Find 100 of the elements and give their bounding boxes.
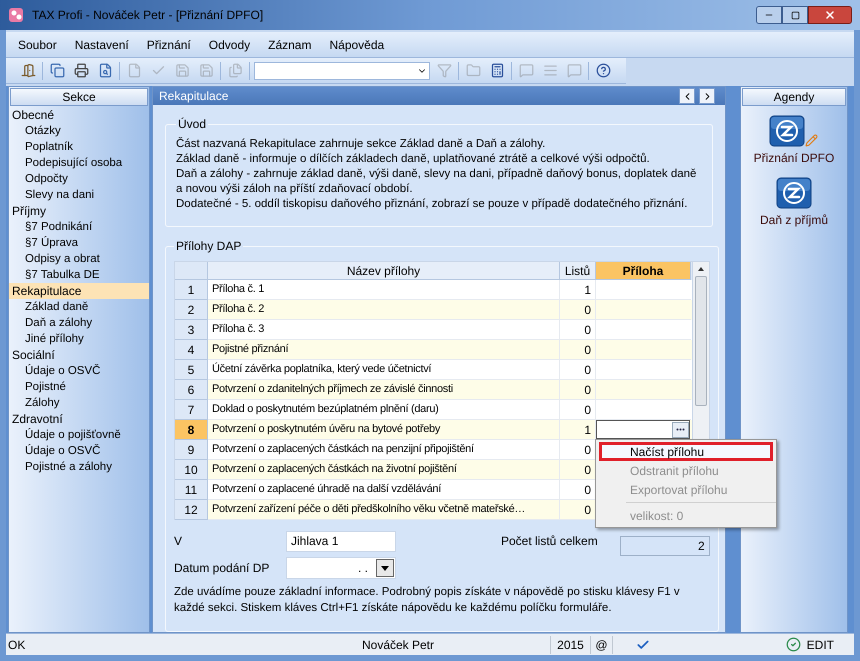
app-icon [8,7,24,23]
check-circle-icon [786,637,801,652]
help-text: Zde uvádíme pouze základní informace. Podrobný popis získáte v nápovědě po stisku klávesy F1 v každé sekci. Stiskem kláves Ctrl+F1 získáte nápovědu ke každému políčku formuláře. [174,585,681,616]
maximize-button[interactable] [782,6,808,24]
group-title: Přílohy DAP [175,238,242,255]
agenda-button[interactable]: Přiznání DPFO [754,115,834,167]
row-number[interactable]: 2 [175,300,208,320]
date-value: . . [358,560,369,577]
row-number[interactable]: 3 [175,320,208,340]
close-icon [824,9,836,21]
intro-text: Základ daně - informuje o dílčích základech daně, uplatňované ztrátě a celkové výši odpočtů. [176,152,651,167]
row-number[interactable]: 7 [175,400,208,420]
date-field[interactable]: . . [286,557,396,579]
browse-button[interactable] [672,422,689,438]
menu-item[interactable]: Nápověda [329,34,384,54]
status-mode: EDIT [806,636,835,654]
sidebar-item[interactable]: Obecné [9,107,149,123]
exit-icon [20,63,36,78]
sidebar-item[interactable]: Odpisy a obrat [9,251,149,267]
sidebar-item[interactable]: Údaje o OSVČ [9,363,149,379]
sidebar-item[interactable]: Zdravotní [9,411,149,427]
next-button[interactable] [699,88,715,104]
table-cell: Potvrzení zařízení péče o děti předškolního věku včetně mateřské… [208,500,560,520]
ellipsis-icon [676,428,685,431]
calculator-icon [490,63,504,78]
row-number[interactable]: 6 [175,380,208,400]
attachment-field[interactable] [596,420,690,439]
row-number[interactable]: 12 [175,500,208,520]
save-icon [198,63,214,78]
sidebar-item[interactable]: Sociální [9,347,149,363]
agendas-header: Agendy [742,88,846,106]
menu-item[interactable]: Přiznání [146,34,191,54]
row-number[interactable]: 5 [175,360,208,380]
menu-item[interactable]: Nastavení [74,34,129,54]
status-year: 2015 [551,636,591,654]
sidebar-item[interactable]: Otázky [9,123,149,139]
list-icon [542,63,558,78]
sidebar-item[interactable]: Daň a zálohy [9,315,149,331]
sidebar-item[interactable]: Údaje o pojišťovně [9,427,149,443]
filter-icon [436,63,452,78]
row-number[interactable]: 4 [175,340,208,360]
sidebar-item[interactable]: Rekapitulace [9,283,149,299]
sidebar-item[interactable]: §7 Tabulka DE [9,267,149,283]
sidebar-item[interactable]: Odpočty [9,171,149,187]
field-label: V [174,533,184,550]
document-icon [126,63,142,78]
printer-icon [74,63,88,78]
sidebar-item[interactable]: Příjmy [9,203,149,219]
status-message: OK [7,636,26,654]
sidebar-item[interactable]: §7 Úprava [9,235,149,251]
folder-icon [466,63,480,78]
sidebar-item[interactable]: §7 Podnikání [9,219,149,235]
intro-text: Část nazvaná Rekapitulace zahrnuje sekce Základ daně a Daň a zálohy. [176,137,546,152]
previous-button[interactable] [679,88,695,104]
column-header[interactable]: Listů [560,262,596,280]
files-icon [228,63,242,78]
save-icon [174,63,190,78]
sidebar-item[interactable]: Pojistné [9,379,149,395]
place-field[interactable]: Jihlava 1 [286,530,396,552]
panel-title: Rekapitulace [158,88,230,105]
field-label: Datum podání DP [174,560,270,577]
agenda-button[interactable]: Daň z příjmů [760,177,828,229]
sidebar-item[interactable]: Jiné přílohy [9,331,149,347]
maximize-icon [790,10,800,20]
dropdown-button[interactable] [376,559,394,577]
check-icon [636,638,650,652]
sidebar-item[interactable]: Podepisující osoba [9,155,149,171]
close-button[interactable] [808,6,852,24]
row-number[interactable]: 1 [175,280,208,300]
comment-icon [566,63,582,78]
agenda-icon [769,115,806,147]
minimize-button[interactable] [756,6,782,24]
group-title: Úvod [177,116,208,133]
intro-text: Dodatečné - 5. oddíl tiskopisu daňového přiznání, zobrazí se pouze v případě dodatečného přiznání. [176,197,688,212]
column-header[interactable]: Název přílohy [208,262,560,280]
window-title: TAX Profi - Nováček Petr - [Přiznání DPFO] [32,7,264,24]
column-header[interactable]: Příloha [596,262,691,280]
menu-item[interactable]: Záznam [268,34,312,54]
sidebar-item[interactable]: Zálohy [9,395,149,411]
row-number[interactable]: 10 [175,460,208,480]
sidebar-item[interactable]: Základ daně [9,299,149,315]
sidebar-item[interactable]: Pojistné a zálohy [9,459,149,475]
sidebar-item[interactable]: Údaje o OSVČ [9,443,149,459]
status-at: @ [591,636,613,654]
row-number[interactable]: 9 [175,440,208,460]
scroll-thumb[interactable] [695,276,707,406]
preview-icon [98,63,112,78]
total-field: 2 [620,536,710,556]
status-user: Nováček Petr [246,636,551,654]
dropdown-icon [381,566,389,570]
menu-item[interactable]: Odvody [208,34,250,54]
sidebar-item[interactable]: Poplatník [9,139,149,155]
sidebar-header: Sekce [10,88,148,106]
row-number[interactable]: 8 [175,420,208,440]
copy-icon [50,63,64,78]
row-number[interactable]: 11 [175,480,208,500]
menu-item[interactable]: Načíst přílohu [599,442,773,461]
sidebar-item[interactable]: Slevy na dani [9,187,149,203]
comment-icon [518,63,534,78]
menu-item[interactable]: Soubor [18,34,57,54]
